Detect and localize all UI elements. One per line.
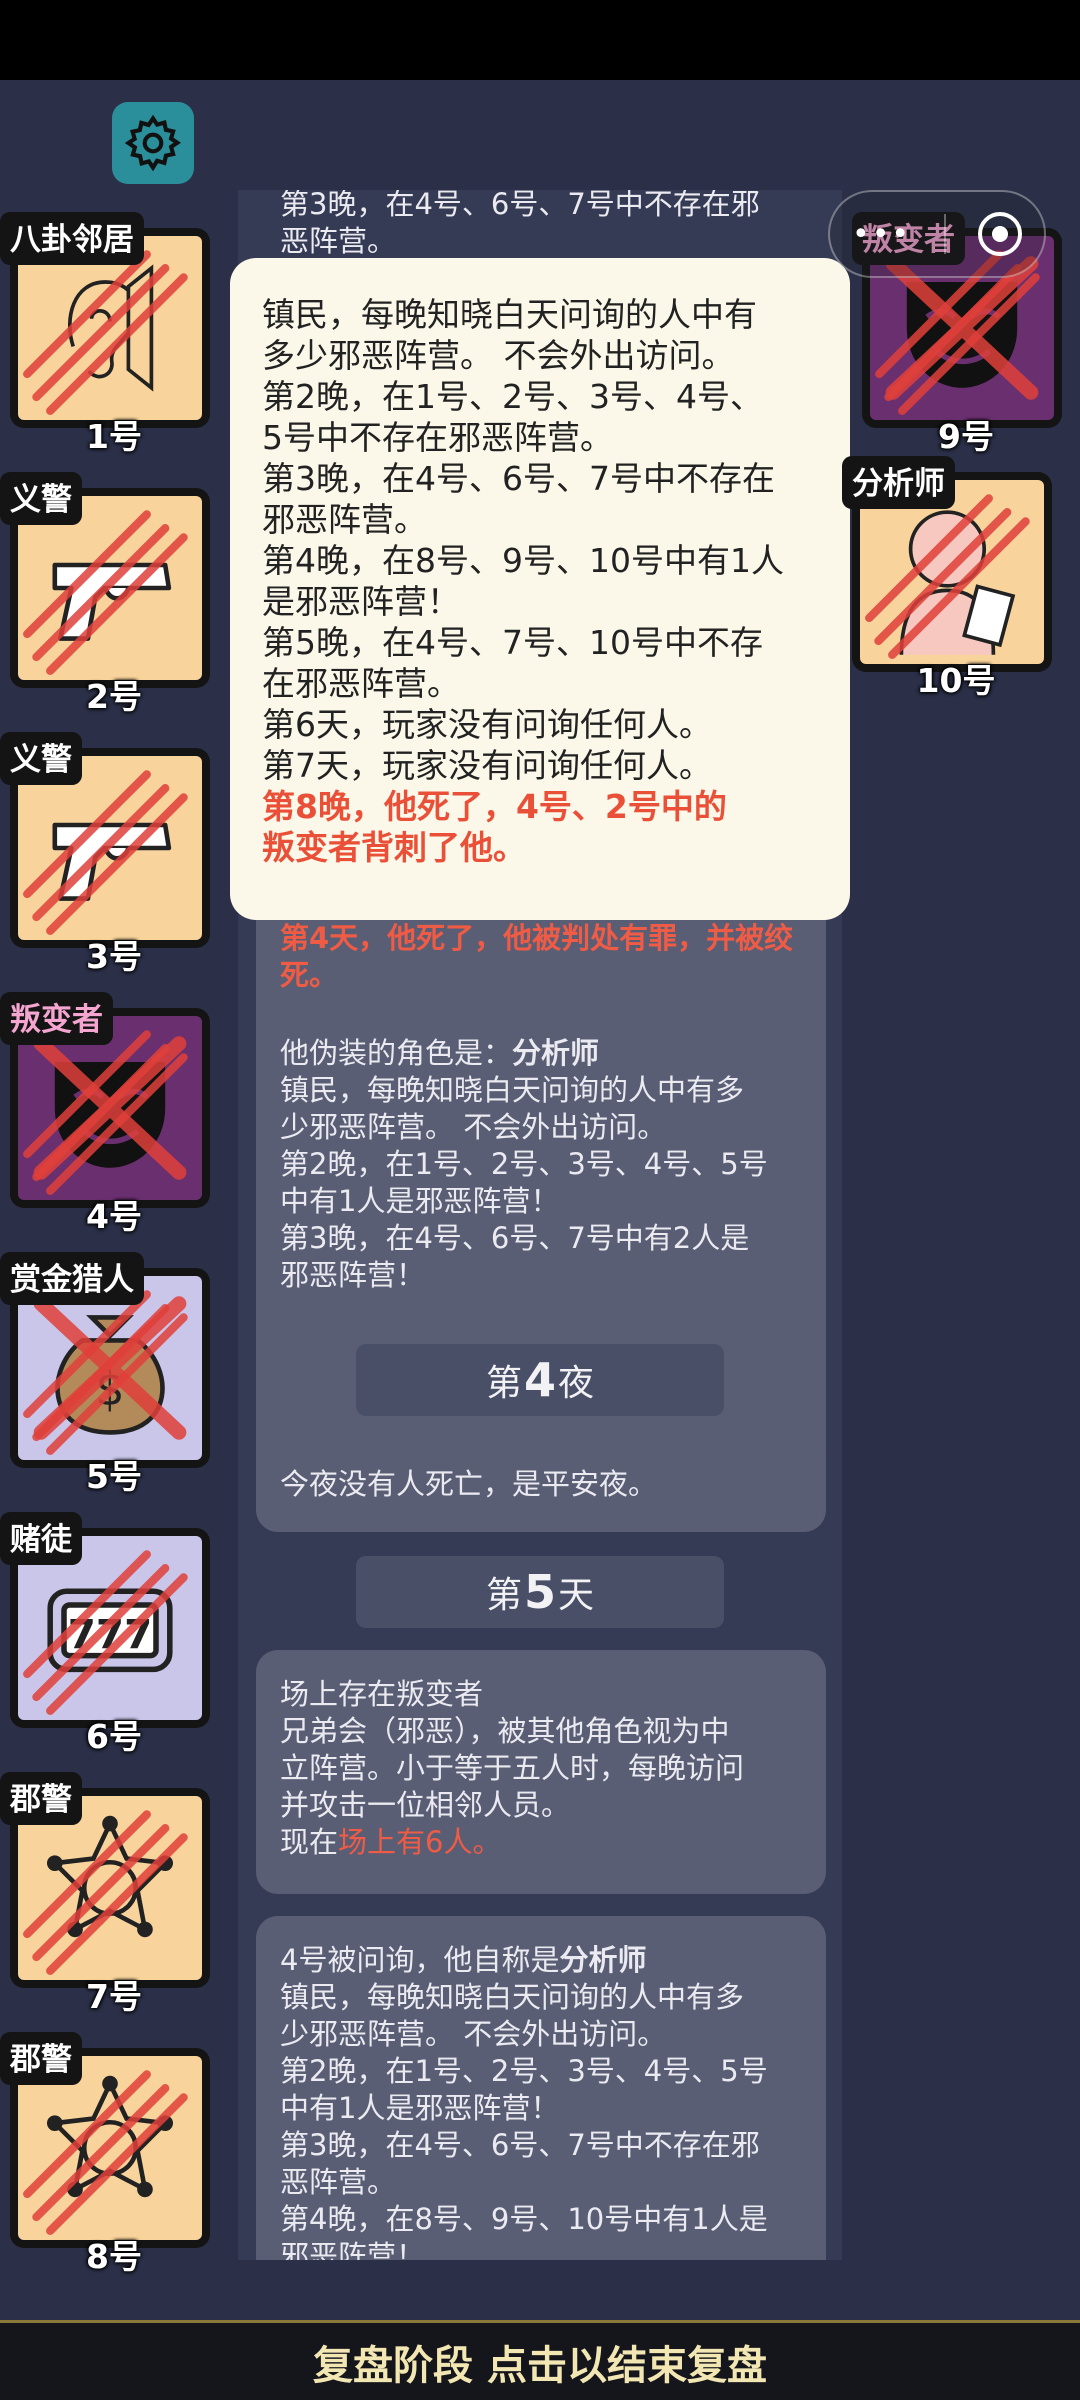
player-card[interactable]: 义警 3号 <box>0 732 210 976</box>
end-review-label: 复盘阶段 点击以结束复盘 <box>313 2342 767 2389</box>
player-number: 5号 <box>86 1457 142 1496</box>
log-card-traitor-present: 场上存在叛变者 兄弟会（邪恶），被其他角色视为中 立阵营。小于等于五人时，每晚访… <box>256 1650 826 1894</box>
log-card-interrogation: 4号被问询，他自称是分析师 镇民，每晚知晓白天问询的人中有多 少邪恶阵营。 不会… <box>256 1916 826 2260</box>
gear-icon <box>124 114 182 172</box>
player-card[interactable]: 分析师 10号 <box>842 456 1052 700</box>
player-card[interactable]: 郡警 8号 <box>0 2032 210 2276</box>
player-card[interactable]: 777 赌徒 6号 <box>0 1512 210 1756</box>
player-card[interactable]: 义警 2号 <box>0 472 210 716</box>
phase-header-night-4: 第4夜 <box>356 1344 724 1416</box>
player-card[interactable]: 叛变者 4号 <box>0 992 210 1236</box>
player-number: 6号 <box>86 1717 142 1756</box>
role-label: 郡警 <box>0 1772 82 1825</box>
disguise-role: 分析师 <box>512 1036 600 1070</box>
player-number: 2号 <box>86 677 142 716</box>
claimed-role: 分析师 <box>559 1943 647 1977</box>
player-card[interactable]: $赏金猎人5号 <box>0 1252 210 1496</box>
player-number: 4号 <box>86 1197 142 1236</box>
settings-button[interactable] <box>112 102 194 184</box>
card-line: 中有1人是邪恶阵营！ <box>280 1184 560 1218</box>
log-partial-line: 第3晚，在4号、6号、7号中不存在邪 <box>280 190 760 221</box>
player-card[interactable]: 八卦邻居 1号 <box>0 212 210 456</box>
role-label: 义警 <box>0 732 82 785</box>
role-tooltip: 镇民，每晚知晓白天问询的人中有 多少邪恶阵营。 不会外出访问。 第2晚，在1号、… <box>230 258 850 920</box>
card-line: 少邪恶阵营。 不会外出访问。 <box>280 1110 667 1144</box>
role-label: 分析师 <box>842 456 955 509</box>
disguise-line: 他伪装的角色是：分析师 <box>280 1036 600 1070</box>
role-label: 郡警 <box>0 2032 82 2085</box>
end-review-button[interactable]: 复盘阶段 点击以结束复盘 <box>0 2320 1080 2400</box>
role-label: 叛变者 <box>0 992 113 1045</box>
status-bar <box>0 0 1080 80</box>
role-label: 义警 <box>0 472 82 525</box>
player-card[interactable]: 郡警 7号 <box>0 1772 210 2016</box>
phase-header-day-5: 第5天 <box>356 1556 724 1628</box>
player-number: 1号 <box>86 417 142 456</box>
log-card-peaceful-night: 今夜没有人死亡，是平安夜。 <box>256 1440 826 1532</box>
player-number: 9号 <box>938 417 994 456</box>
miniprogram-capsule[interactable]: ••• <box>828 190 1046 278</box>
log-partial-line: 恶阵营。 <box>280 224 397 258</box>
card-line: 邪恶阵营！ <box>280 1258 426 1292</box>
player-number: 7号 <box>86 1977 142 2016</box>
more-icon[interactable]: ••• <box>852 217 911 252</box>
role-label: 赏金猎人 <box>0 1252 144 1305</box>
role-label: 赌徒 <box>0 1512 82 1565</box>
close-circle-icon[interactable] <box>978 212 1022 256</box>
player-count: 场上有6人。 <box>338 1825 502 1859</box>
player-number: 10号 <box>916 661 996 700</box>
card-line: 第3晚，在4号、6号、7号中有2人是 <box>280 1221 750 1255</box>
tooltip-death-line: 第8晚，他死了，4号、2号中的 <box>262 787 727 826</box>
role-label: 八卦邻居 <box>0 212 144 265</box>
card-line: 第2晚，在1号、2号、3号、4号、5号 <box>280 1147 768 1181</box>
player-number: 3号 <box>86 937 142 976</box>
tooltip-death-line: 叛变者背刺了他。 <box>262 828 526 867</box>
card-line: 镇民，每晚知晓白天问询的人中有多 <box>280 1073 745 1107</box>
player-number: 8号 <box>86 2237 142 2276</box>
death-text: 第4天，他死了，他被判处有罪，并被绞死。 <box>280 921 794 992</box>
